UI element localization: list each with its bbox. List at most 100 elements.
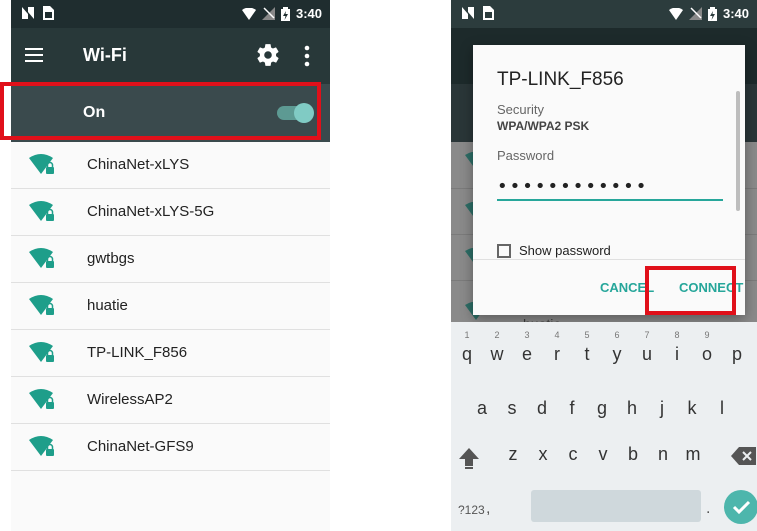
- network-name: WirelessAP2: [87, 391, 173, 408]
- key-m[interactable]: m: [679, 444, 707, 465]
- app-toolbar: Wi-Fi: [11, 28, 330, 84]
- key-letter: y: [612, 344, 622, 364]
- key-e[interactable]: 3e: [513, 330, 541, 365]
- backspace-icon[interactable]: [731, 446, 757, 466]
- network-item[interactable]: TP-LINK_F856: [11, 330, 330, 377]
- key-g[interactable]: g: [588, 398, 616, 419]
- sim-icon: [483, 6, 494, 20]
- key-o[interactable]: 9o: [693, 330, 721, 365]
- key-number-hint: 1: [464, 330, 470, 340]
- key-letter: i: [675, 344, 679, 364]
- wifi-lock-icon: [29, 342, 54, 362]
- key-number-hint: 5: [584, 330, 590, 340]
- show-password-checkbox[interactable]: [497, 243, 511, 258]
- security-value: WPA/WPA2 PSK: [497, 119, 590, 133]
- period-key[interactable]: .: [706, 500, 710, 518]
- key-f[interactable]: f: [558, 398, 586, 419]
- key-c[interactable]: c: [559, 444, 587, 465]
- show-password-option[interactable]: Show password: [497, 243, 611, 258]
- show-password-label: Show password: [519, 243, 611, 258]
- key-j[interactable]: j: [648, 398, 676, 419]
- wifi-settings-screen: 3:40 Wi-Fi On ChinaNet-xLYS ChinaNet-xLYS…: [11, 0, 330, 531]
- key-number-hint: 2: [494, 330, 500, 340]
- key-number-hint: 8: [674, 330, 680, 340]
- key-letter: o: [701, 344, 712, 364]
- key-d[interactable]: d: [528, 398, 556, 419]
- key-number-hint: 4: [554, 330, 560, 340]
- shift-icon[interactable]: [458, 446, 480, 470]
- key-t[interactable]: 5t: [573, 330, 601, 365]
- soft-keyboard: 1q2w3e4r5t6y7u8i9op asdfghjkl zxcvbnm ?1…: [451, 322, 757, 531]
- no-signal-icon: [261, 7, 275, 20]
- key-v[interactable]: v: [589, 444, 617, 465]
- battery-icon: [707, 6, 717, 21]
- password-label: Password: [497, 148, 555, 163]
- key-letter: t: [584, 344, 590, 364]
- key-number-hint: 3: [524, 330, 530, 340]
- password-input[interactable]: [497, 173, 723, 201]
- network-item[interactable]: gwtbgs: [11, 236, 330, 283]
- network-item[interactable]: huatie: [11, 283, 330, 330]
- key-p[interactable]: p: [723, 344, 751, 365]
- network-name: ChinaNet-xLYS: [87, 156, 190, 173]
- key-x[interactable]: x: [529, 444, 557, 465]
- sim-icon: [43, 6, 54, 20]
- network-item[interactable]: WirelessAP2: [11, 377, 330, 424]
- key-a[interactable]: a: [468, 398, 496, 419]
- more-vert-icon[interactable]: [303, 44, 311, 68]
- key-s[interactable]: s: [498, 398, 526, 419]
- key-l[interactable]: l: [708, 398, 736, 419]
- wifi-icon: [668, 7, 683, 20]
- space-key[interactable]: [531, 490, 701, 522]
- comma-key[interactable]: ,: [486, 500, 490, 518]
- symbols-key[interactable]: ?123: [458, 503, 485, 517]
- network-list: ChinaNet-xLYS ChinaNet-xLYS-5G gwtbgs huati…: [11, 142, 330, 471]
- page-title: Wi-Fi: [83, 45, 127, 65]
- key-letter: e: [521, 344, 532, 364]
- no-signal-icon: [688, 7, 702, 20]
- key-w[interactable]: 2w: [483, 330, 511, 365]
- divider: [473, 259, 745, 260]
- key-k[interactable]: k: [678, 398, 706, 419]
- dialog-title: TP-LINK_F856: [497, 69, 624, 90]
- wifi-lock-icon: [29, 295, 54, 315]
- network-item[interactable]: ChinaNet-GFS9: [11, 424, 330, 471]
- network-name: TP-LINK_F856: [87, 344, 188, 361]
- key-i[interactable]: 8i: [663, 330, 691, 365]
- key-n[interactable]: n: [649, 444, 677, 465]
- highlight-box: [0, 82, 321, 140]
- key-number-hint: 7: [644, 330, 650, 340]
- keyboard-row-3: zxcvbnm: [451, 432, 757, 484]
- wifi-lock-icon: [29, 201, 54, 221]
- network-name: ChinaNet-GFS9: [87, 438, 194, 455]
- wifi-lock-icon: [29, 248, 54, 268]
- keyboard-row-4: ?123 , .: [451, 480, 757, 531]
- key-letter: r: [554, 344, 560, 364]
- status-time: 3:40: [722, 6, 749, 21]
- gear-icon[interactable]: [255, 42, 281, 68]
- key-q[interactable]: 1q: [453, 330, 481, 365]
- key-number-hint: 6: [614, 330, 620, 340]
- enter-key[interactable]: [724, 490, 757, 524]
- key-z[interactable]: z: [499, 444, 527, 465]
- network-item[interactable]: ChinaNet-xLYS-5G: [11, 189, 330, 236]
- security-label: Security: [497, 102, 544, 117]
- highlight-box: [645, 266, 736, 315]
- wifi-icon: [241, 7, 256, 20]
- menu-icon[interactable]: [25, 48, 43, 62]
- nfc-icon: [22, 7, 34, 19]
- dialog-scrollbar[interactable]: [736, 91, 740, 211]
- keyboard-row-2: asdfghjkl: [451, 386, 757, 438]
- key-y[interactable]: 6y: [603, 330, 631, 365]
- key-u[interactable]: 7u: [633, 330, 661, 365]
- key-r[interactable]: 4r: [543, 330, 571, 365]
- key-b[interactable]: b: [619, 444, 647, 465]
- wifi-connect-screen: 3:40 h u a t i e TP-LINK_F856 Security WPA/WP…: [451, 0, 757, 531]
- network-item[interactable]: ChinaNet-xLYS: [11, 142, 330, 189]
- key-letter: w: [490, 344, 504, 364]
- status-bar: 3:40: [11, 0, 330, 28]
- key-h[interactable]: h: [618, 398, 646, 419]
- key-letter: u: [641, 344, 652, 364]
- check-icon: [732, 500, 751, 515]
- wifi-lock-icon: [29, 436, 54, 456]
